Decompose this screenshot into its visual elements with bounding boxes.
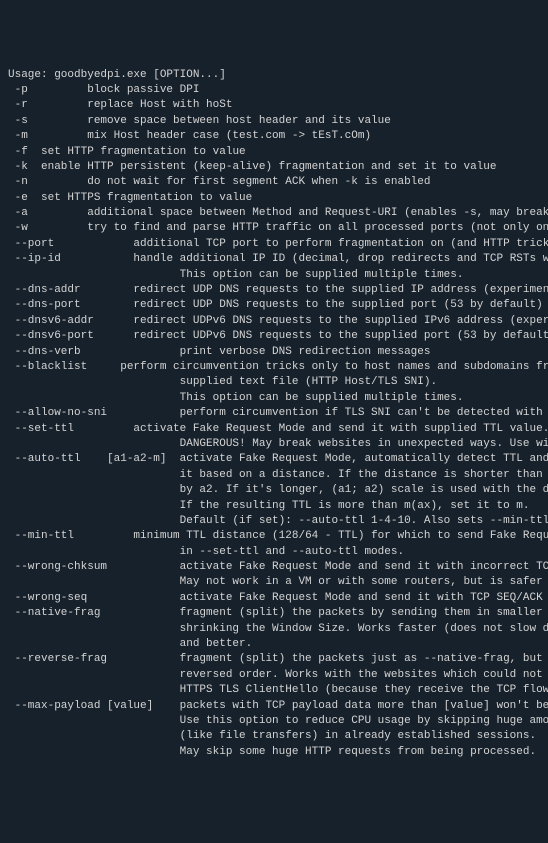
long-opt-16-cont-3: May skip some huge HTTP requests from be… xyxy=(8,745,540,760)
long-opt-1: --ip-id handle additional IP ID (decimal… xyxy=(8,252,540,267)
long-opt-15-cont-1: reversed order. Works with the websites … xyxy=(8,668,540,683)
short-opt-6: -n do not wait for first segment ACK whe… xyxy=(8,175,540,190)
usage-line: Usage: goodbyedpi.exe [OPTION...] xyxy=(8,68,540,83)
short-opt-5: -k enable HTTP persistent (keep-alive) f… xyxy=(8,160,540,175)
long-opt-12: --wrong-chksum activate Fake Request Mod… xyxy=(8,560,540,575)
long-opt-0: --port additional TCP port to perform fr… xyxy=(8,237,540,252)
short-opt-1: -r replace Host with hoSt xyxy=(8,98,540,113)
long-opt-9-cont-1: DANGEROUS! May break websites in unexpec… xyxy=(8,437,540,452)
long-opt-15-cont-2: HTTPS TLS ClientHello (because they rece… xyxy=(8,683,540,698)
long-opt-11-cont-1: in --set-ttl and --auto-ttl modes. xyxy=(8,545,540,560)
long-opt-15: --reverse-frag fragment (split) the pack… xyxy=(8,652,540,667)
long-opt-6: --dns-verb print verbose DNS redirection… xyxy=(8,345,540,360)
long-opt-10-cont-2: by a2. If it's longer, (a1; a2) scale is… xyxy=(8,483,540,498)
long-opt-10: --auto-ttl [a1-a2-m] activate Fake Reque… xyxy=(8,452,540,467)
long-opt-5: --dnsv6-port redirect UDPv6 DNS requests… xyxy=(8,329,540,344)
short-opt-2: -s remove space between host header and … xyxy=(8,114,540,129)
long-opt-14-cont-2: and better. xyxy=(8,637,540,652)
short-opt-8: -a additional space between Method and R… xyxy=(8,206,540,221)
short-opt-0: -p block passive DPI xyxy=(8,83,540,98)
long-opt-14: --native-frag fragment (split) the packe… xyxy=(8,606,540,621)
long-opt-8: --allow-no-sni perform circumvention if … xyxy=(8,406,540,421)
long-opt-10-cont-4: Default (if set): --auto-ttl 1-4-10. Als… xyxy=(8,514,540,529)
long-opt-16: --max-payload [value] packets with TCP p… xyxy=(8,699,540,714)
long-opt-10-cont-1: it based on a distance. If the distance … xyxy=(8,468,540,483)
long-opt-1-cont-1: This option can be supplied multiple tim… xyxy=(8,268,540,283)
short-opt-9: -w try to find and parse HTTP traffic on… xyxy=(8,221,540,236)
terminal-output: Usage: goodbyedpi.exe [OPTION...] -p blo… xyxy=(8,68,540,761)
long-opt-14-cont-1: shrinking the Window Size. Works faster … xyxy=(8,622,540,637)
long-opt-7: --blacklist perform circumvention tricks… xyxy=(8,360,540,375)
long-opt-10-cont-3: If the resulting TTL is more than m(ax),… xyxy=(8,499,540,514)
long-opt-16-cont-1: Use this option to reduce CPU usage by s… xyxy=(8,714,540,729)
short-opt-4: -f set HTTP fragmentation to value xyxy=(8,145,540,160)
long-opt-11: --min-ttl minimum TTL distance (128/64 -… xyxy=(8,529,540,544)
short-opt-3: -m mix Host header case (test.com -> tEs… xyxy=(8,129,540,144)
long-opt-7-cont-1: supplied text file (HTTP Host/TLS SNI). xyxy=(8,375,540,390)
long-opt-3: --dns-port redirect UDP DNS requests to … xyxy=(8,298,540,313)
long-opt-12-cont-1: May not work in a VM or with some router… xyxy=(8,575,540,590)
long-opt-13: --wrong-seq activate Fake Request Mode a… xyxy=(8,591,540,606)
long-opt-2: --dns-addr redirect UDP DNS requests to … xyxy=(8,283,540,298)
long-opt-7-cont-2: This option can be supplied multiple tim… xyxy=(8,391,540,406)
long-opt-16-cont-2: (like file transfers) in already establi… xyxy=(8,729,540,744)
short-opt-7: -e set HTTPS fragmentation to value xyxy=(8,191,540,206)
long-opt-9: --set-ttl activate Fake Request Mode and… xyxy=(8,422,540,437)
long-opt-4: --dnsv6-addr redirect UDPv6 DNS requests… xyxy=(8,314,540,329)
